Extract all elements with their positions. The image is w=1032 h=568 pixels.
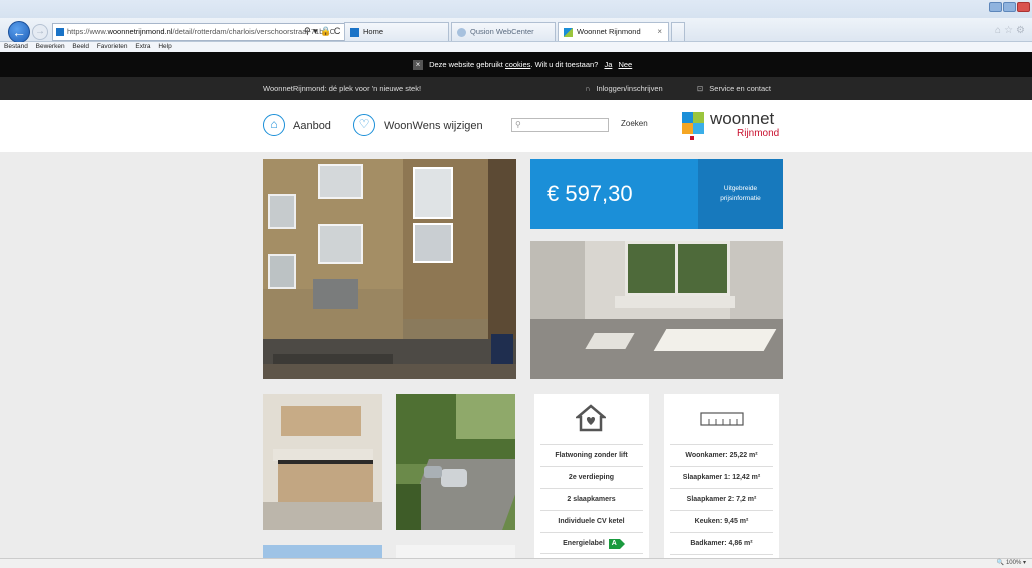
- cookie-decline-link[interactable]: Nee: [618, 60, 632, 69]
- back-arrow-icon[interactable]: ←: [8, 21, 30, 43]
- photo-kitchen[interactable]: [263, 394, 382, 530]
- menu-help[interactable]: Help: [158, 43, 171, 50]
- cookie-bar: × Deze website gebruikt cookies. Wilt u …: [0, 52, 1032, 77]
- tab-home[interactable]: Home: [344, 22, 449, 41]
- menu-bewerken[interactable]: Bewerken: [36, 43, 65, 50]
- maximize-icon[interactable]: [1003, 2, 1016, 12]
- loading-favicon-icon: [457, 28, 466, 37]
- woonnet-favicon-icon: [564, 28, 573, 37]
- photo-living-room[interactable]: [530, 241, 783, 379]
- price-info-button[interactable]: Uitgebreide prijsinformatie: [698, 159, 783, 229]
- feature-type: Flatwoning zonder lift: [540, 444, 643, 466]
- room-slaapkamer-1: Slaapkamer 1: 12,42 m²: [670, 466, 773, 488]
- home-icon[interactable]: ⌂: [995, 25, 1004, 36]
- gear-icon[interactable]: ⚙: [1016, 25, 1028, 36]
- photo-sky[interactable]: [263, 545, 382, 558]
- tab-woonnet[interactable]: Woonnet Rijnmond ×: [558, 22, 669, 41]
- nav-woonwens[interactable]: WoonWens wijzigen: [384, 119, 483, 133]
- menu-bestand[interactable]: Bestand: [4, 43, 28, 50]
- heart-icon[interactable]: ♡: [353, 114, 375, 136]
- window-controls: [989, 2, 1030, 12]
- logo-subtext[interactable]: Rijnmond: [737, 128, 779, 139]
- star-icon[interactable]: ☆: [1004, 25, 1016, 36]
- menu-bar: Bestand Bewerken Beeld Favorieten Extra …: [0, 42, 1032, 52]
- address-bar-icons[interactable]: ⚲ ▾ 🔒 C: [304, 23, 340, 39]
- close-window-icon[interactable]: [1017, 2, 1030, 12]
- ruler-icon: [700, 412, 744, 426]
- feature-bedrooms: 2 slaapkamers: [540, 488, 643, 510]
- feature-energy-label: Energielabel A: [540, 532, 643, 554]
- features-card: Flatwoning zonder lift 2e verdieping 2 s…: [534, 394, 649, 568]
- room-badkamer: Badkamer: 4,86 m²: [670, 532, 773, 554]
- info-icon: ⊡: [697, 84, 704, 93]
- feature-heating: Individuele CV ketel: [540, 510, 643, 532]
- feature-floor: 2e verdieping: [540, 466, 643, 488]
- room-keuken: Keuken: 9,45 m²: [670, 510, 773, 532]
- site-tagline: WoonnetRijnmond: dé plek voor 'n nieuwe …: [263, 84, 422, 93]
- search-input[interactable]: ⚲: [511, 118, 609, 132]
- minimize-icon[interactable]: [989, 2, 1002, 12]
- tab-qusion[interactable]: Qusion WebCenter: [451, 22, 556, 41]
- title-bar: [0, 0, 1032, 18]
- rooms-card: Woonkamer: 25,22 m² Slaapkamer 1: 12,42 …: [664, 394, 779, 568]
- toolbar-icons: ⌂☆⚙: [995, 25, 1028, 36]
- zoom-icon: 🔍: [996, 560, 1005, 566]
- main-photo-building[interactable]: [263, 159, 516, 379]
- cookie-close-icon[interactable]: ×: [413, 60, 423, 71]
- logo-text[interactable]: woonnet: [710, 109, 774, 129]
- price-box: € 597,30 Uitgebreide prijsinformatie: [530, 159, 783, 229]
- new-tab-button[interactable]: [671, 22, 685, 41]
- status-bar: 🔍 100% ▾: [0, 558, 1032, 568]
- menu-favorieten[interactable]: Favorieten: [97, 43, 128, 50]
- home-icon[interactable]: ⌂: [263, 114, 285, 136]
- forward-arrow-icon[interactable]: →: [32, 24, 48, 40]
- zoom-level[interactable]: 🔍 100% ▾: [997, 559, 1026, 568]
- cookie-accept-link[interactable]: Ja: [604, 60, 612, 69]
- search-button[interactable]: Zoeken: [621, 119, 648, 128]
- room-woonkamer: Woonkamer: 25,22 m²: [670, 444, 773, 466]
- room-slaapkamer-2: Slaapkamer 2: 7,2 m²: [670, 488, 773, 510]
- nav-aanbod[interactable]: Aanbod: [293, 119, 331, 133]
- user-icon: ∩: [585, 84, 591, 93]
- house-heart-icon: [576, 404, 606, 432]
- woonnet-logo-icon[interactable]: [682, 112, 704, 134]
- photo-placeholder[interactable]: [396, 545, 515, 558]
- energy-label-badge: A: [608, 539, 625, 549]
- service-link[interactable]: ⊡ Service en contact: [697, 77, 771, 100]
- site-top-bar: WoonnetRijnmond: dé plek voor 'n nieuwe …: [0, 77, 1032, 100]
- page-scrollbar[interactable]: [1022, 152, 1032, 558]
- cookies-link[interactable]: cookies: [505, 60, 530, 69]
- menu-extra[interactable]: Extra: [135, 43, 150, 50]
- login-link[interactable]: ∩ Inloggen/inschrijven: [585, 77, 663, 100]
- site-favicon-icon: [56, 28, 64, 36]
- tab-close-icon[interactable]: ×: [657, 23, 662, 41]
- photo-street[interactable]: [396, 394, 515, 530]
- ie-favicon-icon: [350, 28, 359, 37]
- price-value: € 597,30: [547, 181, 633, 206]
- search-icon: ⚲: [515, 120, 521, 129]
- logo-red-dot: [690, 136, 694, 140]
- menu-beeld[interactable]: Beeld: [72, 43, 89, 50]
